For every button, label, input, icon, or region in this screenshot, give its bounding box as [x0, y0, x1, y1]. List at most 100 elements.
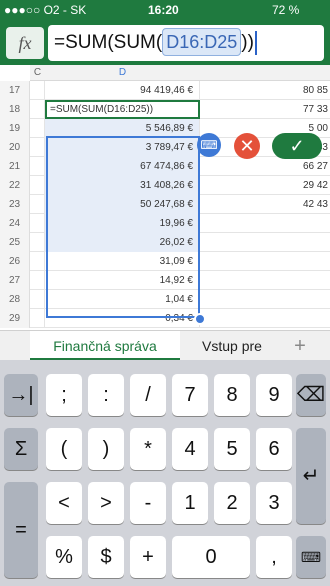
cell-e[interactable]: 77 33 — [200, 100, 330, 119]
cell-c[interactable] — [30, 100, 45, 119]
cell-d[interactable]: 50 247,68 € — [45, 195, 200, 214]
cell-d[interactable]: 5 546,89 € — [45, 119, 200, 138]
key-0[interactable]: 0 — [172, 536, 250, 578]
key-slash[interactable]: / — [130, 374, 166, 416]
row-number[interactable]: 23 — [0, 195, 30, 214]
key-open-paren[interactable]: ( — [46, 428, 82, 470]
formula-prefix: =SUM(SUM( — [54, 32, 163, 53]
row-number[interactable]: 27 — [0, 271, 30, 290]
cell-e[interactable] — [200, 233, 330, 252]
row-number[interactable]: 26 — [0, 252, 30, 271]
spreadsheet-grid[interactable]: C D 17 94 419,46 €80 85 18 =SUM(SUM(D16:D2… — [0, 65, 330, 360]
cell-c[interactable] — [30, 157, 45, 176]
row-number[interactable]: 22 — [0, 176, 30, 195]
cell-d[interactable]: 3 789,47 € — [45, 138, 200, 157]
column-header-e[interactable] — [200, 65, 330, 81]
key-7[interactable]: 7 — [172, 374, 208, 416]
key-percent[interactable]: % — [46, 536, 82, 578]
editing-cell[interactable]: =SUM(SUM(D16:D25)) — [45, 100, 200, 119]
key-semicolon[interactable]: ; — [46, 374, 82, 416]
confirm-button[interactable]: ✓ — [272, 133, 322, 159]
cell-e[interactable]: 42 43 — [200, 195, 330, 214]
column-header-c[interactable]: C — [30, 65, 45, 81]
key-equals[interactable]: = — [4, 482, 38, 578]
key-3[interactable]: 3 — [256, 482, 292, 524]
cell-c[interactable] — [30, 309, 45, 328]
key-plus[interactable]: + — [130, 536, 166, 578]
cell-c[interactable] — [30, 138, 45, 157]
cell-e[interactable] — [200, 271, 330, 290]
row-number[interactable]: 25 — [0, 233, 30, 252]
cell-e[interactable] — [200, 252, 330, 271]
cell-e[interactable] — [200, 309, 330, 328]
table-row: 21 67 474,86 €66 27 — [0, 157, 330, 176]
cancel-button[interactable]: ✕ — [234, 133, 260, 159]
cell-e[interactable] — [200, 214, 330, 233]
clock: 16:20 — [148, 3, 179, 17]
key-4[interactable]: 4 — [172, 428, 208, 470]
key-comma[interactable]: , — [256, 536, 292, 578]
column-header-d[interactable]: D — [45, 65, 200, 81]
table-row: 24 19,96 € — [0, 214, 330, 233]
range-resize-handle[interactable] — [194, 313, 206, 325]
tab-vstup-pre[interactable]: Vstup pre — [184, 331, 268, 361]
fx-icon[interactable]: fx — [6, 27, 44, 59]
row-number[interactable]: 21 — [0, 157, 30, 176]
keyboard-dismiss-icon[interactable]: ⌨ — [296, 536, 326, 578]
cell-c[interactable] — [30, 195, 45, 214]
cell-d[interactable]: 19,96 € — [45, 214, 200, 233]
key-tab[interactable]: →| — [4, 374, 38, 416]
row-number[interactable]: 29 — [0, 309, 30, 328]
table-row: 23 50 247,68 €42 43 — [0, 195, 330, 214]
key-8[interactable]: 8 — [214, 374, 250, 416]
key-6[interactable]: 6 — [256, 428, 292, 470]
cell-c[interactable] — [30, 290, 45, 309]
cell-e[interactable]: 66 27 — [200, 157, 330, 176]
formula-keyboard: →| ; : / 7 8 9 ⌫ Σ ( ) * 4 5 6 ↵ = < > -… — [0, 360, 330, 586]
key-colon[interactable]: : — [88, 374, 124, 416]
row-number[interactable]: 20 — [0, 138, 30, 157]
key-5[interactable]: 5 — [214, 428, 250, 470]
cell-e[interactable]: 29 42 — [200, 176, 330, 195]
cell-d[interactable]: 0,34 € — [45, 309, 200, 328]
return-key[interactable]: ↵ — [296, 428, 326, 524]
row-number[interactable]: 19 — [0, 119, 30, 138]
cell-c[interactable] — [30, 233, 45, 252]
key-9[interactable]: 9 — [256, 374, 292, 416]
formula-input[interactable]: =SUM(SUM(D16:D25)) — [48, 25, 324, 61]
formula-suffix: )) — [241, 32, 254, 53]
key-minus[interactable]: - — [130, 482, 166, 524]
row-number[interactable]: 17 — [0, 81, 30, 100]
formula-reference-chip[interactable]: D16:D25 — [162, 28, 242, 56]
backspace-key[interactable]: ⌫ — [296, 374, 326, 416]
cell-c[interactable] — [30, 81, 45, 100]
key-sum[interactable]: Σ — [4, 428, 38, 470]
cell-e[interactable] — [200, 290, 330, 309]
cell-c[interactable] — [30, 176, 45, 195]
key-greater-than[interactable]: > — [88, 482, 124, 524]
row-number[interactable]: 28 — [0, 290, 30, 309]
cell-d[interactable]: 1,04 € — [45, 290, 200, 309]
key-multiply[interactable]: * — [130, 428, 166, 470]
add-sheet-button[interactable]: + — [285, 333, 315, 359]
keyboard-icon[interactable]: ⌨ — [197, 133, 221, 157]
tab-financna-sprava[interactable]: Finančná správa — [30, 331, 180, 361]
cell-c[interactable] — [30, 271, 45, 290]
row-number[interactable]: 24 — [0, 214, 30, 233]
cell-d[interactable]: 94 419,46 € — [45, 81, 200, 100]
cell-d[interactable]: 31 408,26 € — [45, 176, 200, 195]
key-dollar[interactable]: $ — [88, 536, 124, 578]
key-1[interactable]: 1 — [172, 482, 208, 524]
key-close-paren[interactable]: ) — [88, 428, 124, 470]
key-less-than[interactable]: < — [46, 482, 82, 524]
cell-c[interactable] — [30, 119, 45, 138]
row-number[interactable]: 18 — [0, 100, 30, 119]
cell-c[interactable] — [30, 214, 45, 233]
cell-d[interactable]: 14,92 € — [45, 271, 200, 290]
key-2[interactable]: 2 — [214, 482, 250, 524]
cell-c[interactable] — [30, 252, 45, 271]
cell-d[interactable]: 26,02 € — [45, 233, 200, 252]
cell-d[interactable]: 67 474,86 € — [45, 157, 200, 176]
cell-e[interactable]: 80 85 — [200, 81, 330, 100]
cell-d[interactable]: 31,09 € — [45, 252, 200, 271]
